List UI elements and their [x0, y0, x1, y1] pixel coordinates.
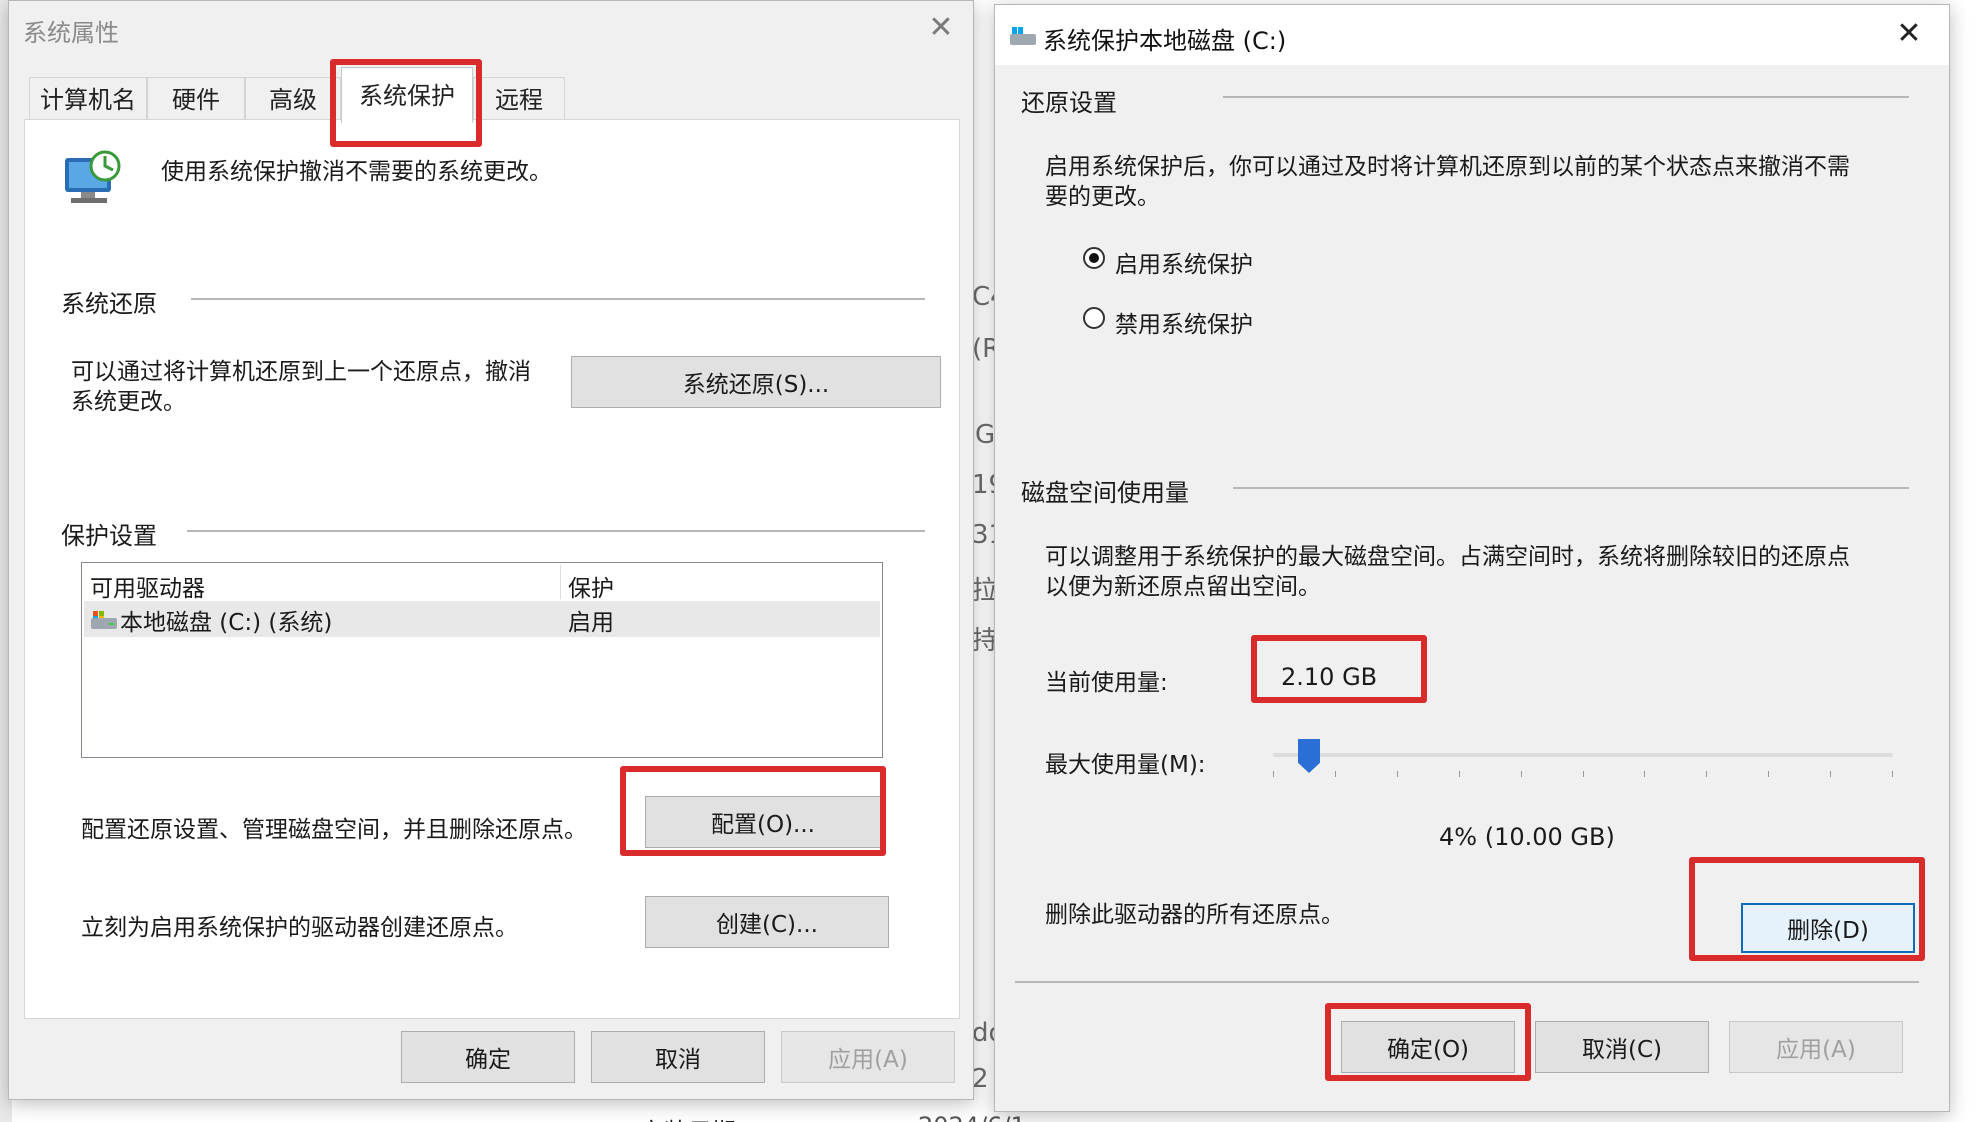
dialog-title: 系统保护本地磁盘 (C:): [1043, 27, 1287, 55]
tab-hardware[interactable]: 硬件: [147, 77, 245, 121]
tab-advanced[interactable]: 高级: [245, 77, 341, 121]
tab-panel: 使用系统保护撤消不需要的系统更改。 系统还原 可以通过将计算机还原到上一个还原点…: [24, 119, 960, 1019]
slider-tick: [1830, 771, 1831, 777]
column-separator: [560, 565, 561, 599]
system-restore-group-label: 系统还原: [61, 290, 157, 318]
divider: [191, 298, 925, 300]
column-header-protection[interactable]: 保护: [568, 569, 614, 603]
slider-tick: [1459, 771, 1460, 777]
dialog-title: 系统属性: [23, 19, 119, 47]
slider-tick: [1397, 771, 1398, 777]
highlight-frame: [1325, 1003, 1531, 1081]
table-row[interactable]: 本地磁盘 (C:) (系统) 启用: [84, 601, 880, 637]
disk-usage-desc-line1: 可以调整用于系统保护的最大磁盘空间。占满空间时，系统将删除较旧的还原点: [1045, 544, 1850, 570]
divider: [1233, 487, 1909, 489]
enable-protection-label[interactable]: 启用系统保护: [1115, 245, 1253, 279]
install-date-value: 2024/6/1: [918, 1112, 1026, 1122]
highlight-frame: [1689, 857, 1925, 961]
divider: [187, 530, 925, 532]
disk-usage-group-label: 磁盘空间使用量: [1021, 479, 1189, 507]
highlight-frame: [1251, 635, 1427, 703]
slider-tick: [1273, 771, 1274, 777]
slider-tick: [1583, 771, 1584, 777]
protection-settings-group-label: 保护设置: [61, 522, 157, 550]
tab-remote[interactable]: 远程: [473, 77, 565, 121]
delete-desc: 删除此驱动器的所有还原点。: [1045, 902, 1344, 928]
slider-tick: [1892, 771, 1893, 777]
divider: [1015, 981, 1919, 983]
restore-desc-line1: 可以通过将计算机还原到上一个还原点，撤消: [71, 359, 531, 385]
bg-fragment: 2: [972, 1064, 989, 1094]
disable-protection-label[interactable]: 禁用系统保护: [1115, 305, 1253, 339]
apply-button[interactable]: 应用(A): [1729, 1021, 1903, 1073]
column-header-drives[interactable]: 可用驱动器: [90, 569, 205, 603]
install-date-label: 安装日期: [640, 1112, 736, 1122]
current-usage-label: 当前使用量:: [1045, 670, 1168, 696]
slider-tick: [1644, 771, 1645, 777]
cancel-button[interactable]: 取消(C): [1535, 1021, 1709, 1073]
slider-tick: [1521, 771, 1522, 777]
cancel-button[interactable]: 取消: [591, 1031, 765, 1083]
max-usage-slider[interactable]: [1273, 735, 1893, 785]
slider-tick: [1706, 771, 1707, 777]
system-restore-button[interactable]: 系统还原(S)...: [571, 356, 941, 408]
restore-settings-desc-line1: 启用系统保护后，你可以通过及时将计算机还原到以前的某个状态点来撤消不需: [1045, 154, 1850, 180]
restore-desc-line2: 系统更改。: [71, 389, 186, 415]
create-button[interactable]: 创建(C)...: [645, 896, 889, 948]
restore-settings-group-label: 还原设置: [1021, 89, 1117, 117]
disable-protection-radio[interactable]: [1083, 307, 1105, 329]
restore-settings-desc-line2: 要的更改。: [1045, 184, 1160, 210]
disk-usage-desc-line2: 以便为新还原点留出空间。: [1045, 574, 1321, 600]
disk-protection-dialog: 系统保护本地磁盘 (C:) ✕ 还原设置 启用系统保护后，你可以通过及时将计算机…: [994, 4, 1950, 1112]
close-icon[interactable]: ✕: [1889, 19, 1929, 55]
configure-desc: 配置还原设置、管理磁盘空间，并且删除还原点。: [81, 817, 587, 843]
slider-thumb[interactable]: [1298, 739, 1320, 773]
slider-tick: [1768, 771, 1769, 777]
enable-protection-radio[interactable]: [1083, 247, 1105, 269]
ok-button[interactable]: 确定: [401, 1031, 575, 1083]
highlight-frame: [330, 59, 482, 147]
apply-button[interactable]: 应用(A): [781, 1031, 955, 1083]
drives-list[interactable]: 可用驱动器 保护 本地磁盘 (C:) (系统) 启用: [81, 562, 883, 758]
tab-computer-name[interactable]: 计算机名: [29, 77, 147, 121]
system-properties-dialog: 系统属性 ✕ 计算机名 硬件 高级 系统保护 远程 使用系统保护撤消不需要的系统…: [8, 0, 974, 1100]
drive-icon: [1009, 25, 1037, 47]
drive-protection-status: 启用: [568, 610, 614, 636]
divider: [1223, 96, 1909, 98]
intro-text: 使用系统保护撤消不需要的系统更改。: [161, 159, 552, 185]
slider-track: [1273, 753, 1893, 757]
slider-tick: [1335, 771, 1336, 777]
create-desc: 立刻为启用系统保护的驱动器创建还原点。: [81, 915, 518, 941]
system-protection-icon: [61, 148, 125, 208]
highlight-frame: [620, 766, 886, 856]
bg-fragment: G: [975, 420, 996, 450]
drive-icon: [90, 609, 118, 631]
max-usage-label: 最大使用量(M):: [1045, 752, 1206, 778]
drive-name: 本地磁盘 (C:) (系统): [120, 610, 333, 636]
slider-readout: 4% (10.00 GB): [1439, 823, 1615, 851]
close-icon[interactable]: ✕: [921, 13, 961, 49]
